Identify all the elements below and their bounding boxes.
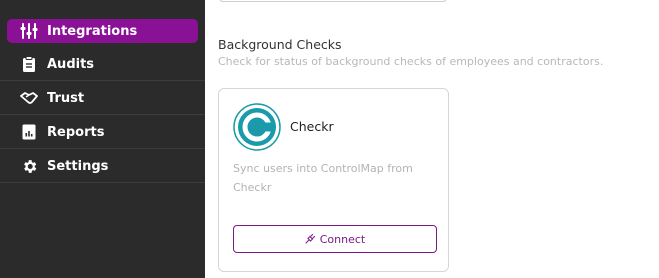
sidebar-item-label: Integrations bbox=[47, 23, 138, 39]
checkr-logo bbox=[233, 103, 281, 151]
report-icon bbox=[20, 123, 38, 141]
sidebar: Integrations Audits Trust Reports Settin… bbox=[0, 0, 205, 278]
sidebar-item-label: Audits bbox=[47, 56, 95, 72]
sidebar-item-label: Reports bbox=[47, 124, 105, 140]
section-subtitle: Check for status of background checks of… bbox=[218, 55, 604, 68]
integration-name: Checkr bbox=[290, 119, 334, 134]
integration-description: Sync users into ControlMap from Checkr bbox=[233, 162, 413, 194]
integration-card-checkr: Checkr Sync users into ControlMap from C… bbox=[218, 88, 449, 272]
sidebar-item-audits[interactable]: Audits bbox=[0, 48, 205, 81]
sidebar-item-label: Trust bbox=[47, 90, 85, 106]
sidebar-item-integrations[interactable]: Integrations bbox=[7, 19, 198, 43]
sidebar-item-settings[interactable]: Settings bbox=[0, 150, 205, 183]
sidebar-item-reports[interactable]: Reports bbox=[0, 116, 205, 149]
top-card-edge bbox=[219, 0, 447, 2]
clipboard-icon bbox=[20, 55, 38, 73]
main-content: Background Checks Check for status of ba… bbox=[205, 0, 659, 278]
sidebar-item-trust[interactable]: Trust bbox=[0, 82, 205, 115]
plug-icon bbox=[305, 234, 315, 244]
section-title: Background Checks bbox=[218, 37, 342, 52]
connect-button[interactable]: Connect bbox=[233, 225, 437, 253]
connect-button-label: Connect bbox=[319, 232, 366, 246]
handshake-icon bbox=[20, 89, 38, 107]
gear-icon bbox=[20, 157, 38, 175]
integrations-icon bbox=[20, 22, 38, 40]
sidebar-item-label: Settings bbox=[47, 158, 109, 174]
